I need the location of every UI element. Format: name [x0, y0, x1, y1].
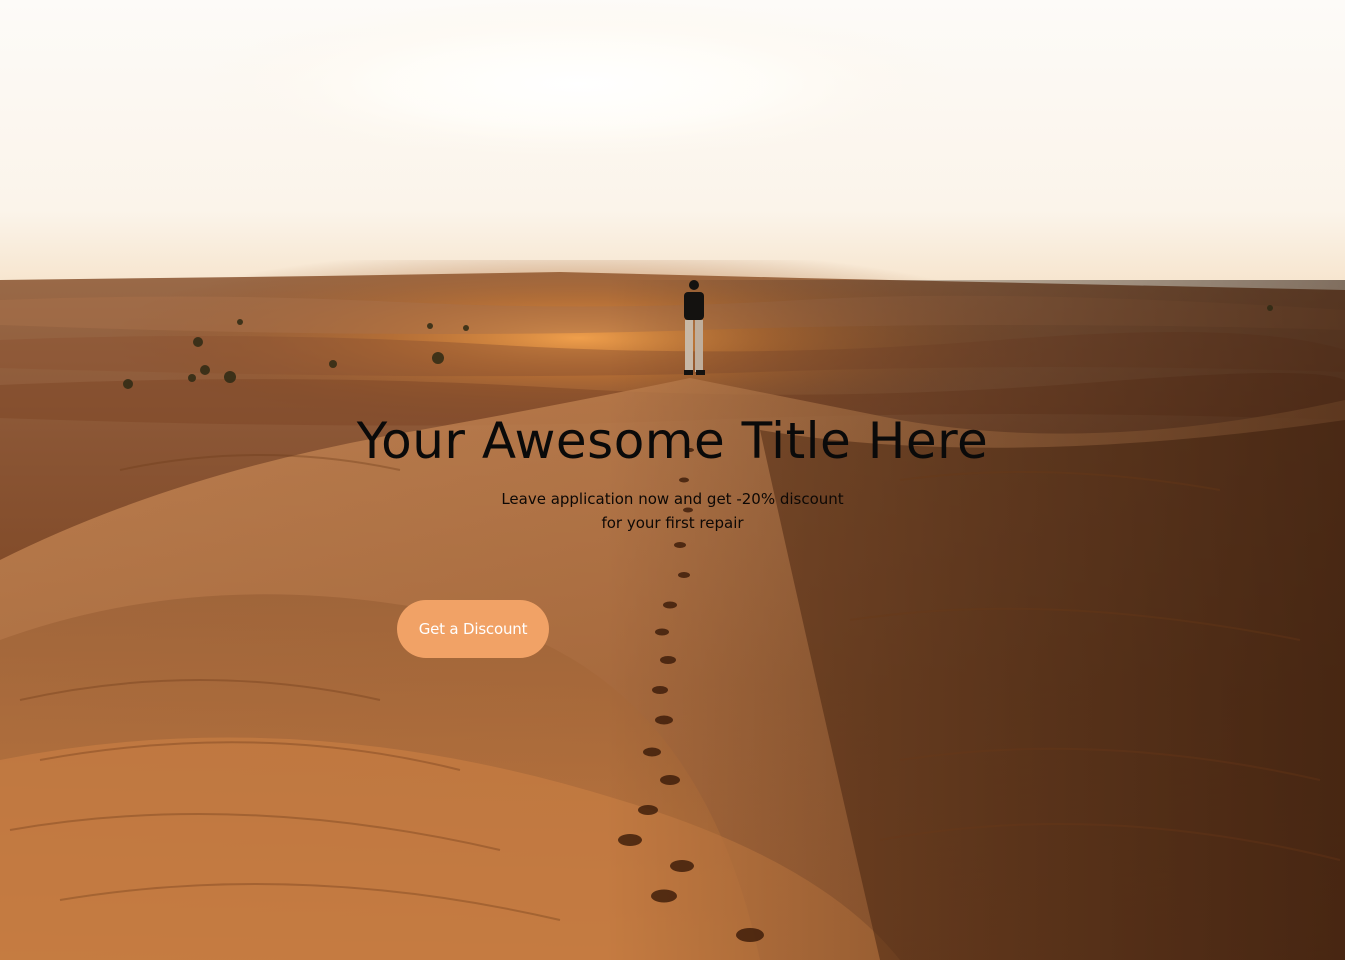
hero-title: Your Awesome Title Here: [356, 412, 989, 470]
hero-subtitle: Leave application now and get -20% disco…: [0, 487, 1345, 535]
hero-content: Your Awesome Title Here Leave applicatio…: [0, 0, 1345, 960]
hero-subtitle-line-1: Leave application now and get -20% disco…: [501, 490, 844, 508]
hero-subtitle-line-2: for your first repair: [601, 514, 744, 532]
hero-section: Your Awesome Title Here Leave applicatio…: [0, 0, 1345, 960]
get-discount-button[interactable]: Get a Discount: [397, 600, 549, 658]
